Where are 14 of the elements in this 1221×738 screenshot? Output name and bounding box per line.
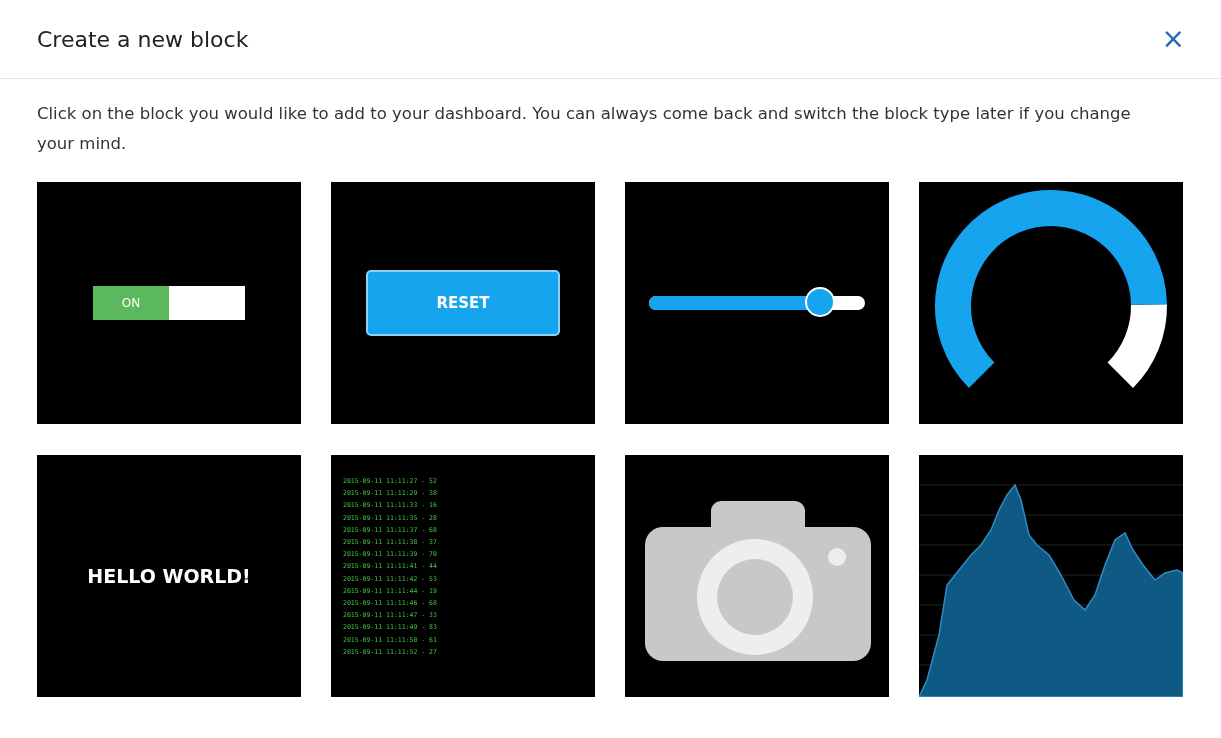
close-button[interactable]: × — [1161, 25, 1185, 53]
slider-block[interactable] — [625, 182, 889, 424]
gauge-block[interactable] — [919, 182, 1183, 424]
button-block[interactable]: RESET — [331, 182, 595, 424]
dialog-description: Click on the block you would like to add to your dashboard. You can always come back and switch the block type later if you change your mind. — [37, 103, 1132, 155]
log-block[interactable] — [331, 455, 595, 697]
toggle-switch: ON — [93, 286, 245, 320]
reset-button: RESET — [366, 270, 560, 336]
slider-thumb — [804, 287, 835, 317]
camera-icon — [645, 501, 871, 661]
text-block[interactable]: HELLO WORLD! — [37, 455, 301, 697]
dialog-title: Create a new block — [37, 26, 249, 52]
camera-block[interactable] — [625, 455, 889, 697]
hello-text: HELLO WORLD! — [87, 565, 251, 587]
